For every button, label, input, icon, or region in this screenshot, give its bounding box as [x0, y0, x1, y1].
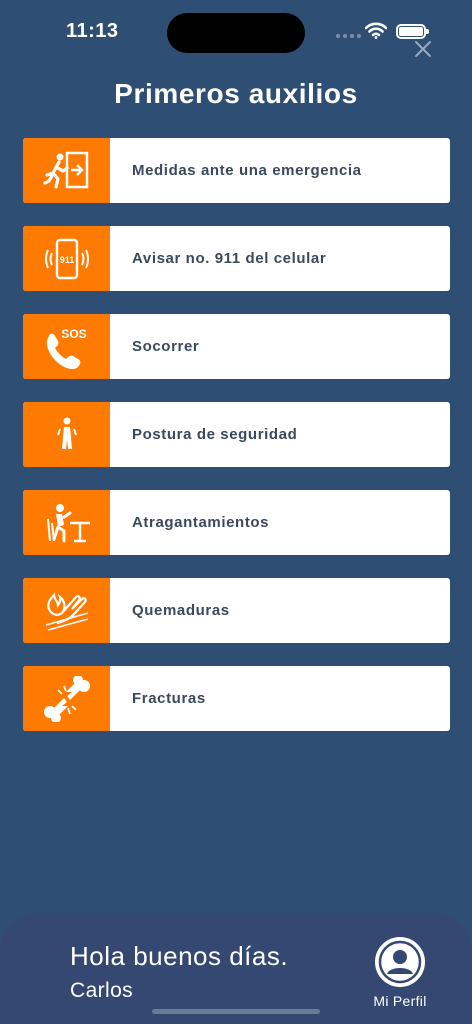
menu-item-emergency[interactable]: Medidas ante una emergencia — [23, 138, 450, 203]
wifi-icon — [365, 22, 387, 39]
close-icon[interactable] — [414, 40, 432, 58]
menu-item-call-911[interactable]: 911 Avisar no. 911 del celular — [23, 226, 450, 291]
svg-text:911: 911 — [59, 255, 74, 265]
signal-icon — [336, 34, 361, 38]
battery-icon — [396, 24, 429, 39]
menu-item-quemaduras[interactable]: Quemaduras — [23, 578, 450, 643]
menu-item-fracturas[interactable]: Fracturas — [23, 666, 450, 731]
body-posture-icon — [23, 402, 110, 467]
burn-hand-icon — [23, 578, 110, 643]
menu-item-postura[interactable]: Postura de seguridad — [23, 402, 450, 467]
menu-item-label: Avisar no. 911 del celular — [132, 250, 327, 267]
sos-phone-icon: SOS — [23, 314, 110, 379]
emergency-exit-icon — [23, 138, 110, 203]
user-avatar-icon — [375, 937, 425, 987]
menu-item-label: Socorrer — [132, 338, 200, 355]
menu-item-label: Atragantamientos — [132, 514, 270, 531]
choking-person-icon — [23, 490, 110, 555]
menu-item-label: Fracturas — [132, 690, 206, 707]
profile-label: Mi Perfil — [373, 993, 427, 1009]
greeting-text: Hola buenos días. — [70, 941, 289, 971]
menu-item-label: Quemaduras — [132, 602, 230, 619]
status-time: 11:13 — [66, 20, 119, 42]
phone-911-icon: 911 — [23, 226, 110, 291]
menu-item-socorrer[interactable]: SOS Socorrer — [23, 314, 450, 379]
profile-button[interactable]: Mi Perfil — [368, 935, 432, 1015]
first-aid-menu: Medidas ante una emergencia 911 Avisar n… — [23, 138, 450, 754]
broken-bone-icon — [23, 666, 110, 731]
dynamic-island — [167, 13, 305, 53]
status-bar: 11:13 — [0, 0, 472, 60]
page-title: Primeros auxilios — [114, 78, 358, 109]
bottom-panel: Hola buenos días. Carlos Mi Perfil — [0, 913, 472, 1024]
menu-item-label: Medidas ante una emergencia — [132, 162, 362, 179]
user-name: Carlos — [70, 979, 134, 1002]
menu-item-atragantamientos[interactable]: Atragantamientos — [23, 490, 450, 555]
menu-item-label: Postura de seguridad — [132, 426, 298, 443]
svg-text:SOS: SOS — [61, 327, 86, 341]
home-indicator[interactable] — [152, 1009, 320, 1014]
